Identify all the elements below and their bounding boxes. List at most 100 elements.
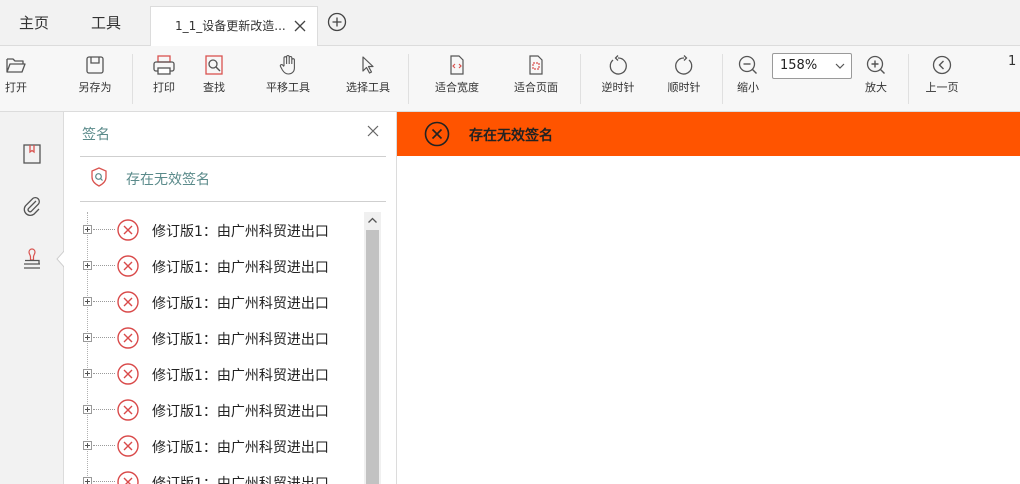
zoom-in-icon <box>866 55 885 74</box>
fit-page-label: 适合页面 <box>514 81 558 94</box>
scroll-up-icon[interactable] <box>364 212 381 229</box>
zoom-in-label: 放大 <box>865 81 887 94</box>
expand-toggle[interactable] <box>83 441 92 450</box>
signature-item[interactable]: 修订版1：由广州科贸进出口 <box>80 464 365 484</box>
signature-item-label: 修订版1：由广州科贸进出口 <box>152 260 329 276</box>
tree-connector <box>93 481 115 482</box>
signature-item-label: 修订版1：由广州科贸进出口 <box>152 476 329 484</box>
toolbar-divider <box>580 54 581 104</box>
tree-connector <box>93 445 115 446</box>
print-label: 打印 <box>153 81 175 94</box>
select-tool-button[interactable]: 选择工具 <box>338 46 398 112</box>
signature-item-label: 修订版1：由广州科贸进出口 <box>152 296 329 312</box>
zoom-value: 158% <box>780 58 818 73</box>
invalid-signature-alert: 存在无效签名 <box>397 112 1020 156</box>
invalid-signature-icon <box>424 121 450 147</box>
signature-item-label: 修订版1：由广州科贸进出口 <box>152 224 329 240</box>
find-icon <box>205 55 223 75</box>
expand-toggle[interactable] <box>83 297 92 306</box>
pan-tool-label: 平移工具 <box>266 81 310 94</box>
fit-page-button[interactable]: 适合页面 <box>504 46 568 112</box>
open-button[interactable]: 打开 <box>0 46 32 112</box>
tab-tools[interactable]: 工具 <box>86 0 126 46</box>
invalid-signature-icon <box>117 363 139 385</box>
signature-icon[interactable] <box>20 248 44 272</box>
expand-toggle[interactable] <box>83 369 92 378</box>
page-number[interactable]: 1 <box>1008 54 1016 69</box>
toolbar: 打开 另存为 打印 查找 平移工具 选择工具 适合宽度 适合页面 逆时针 顺时针… <box>0 46 1020 112</box>
fit-width-button[interactable]: 适合宽度 <box>425 46 489 112</box>
sidebar-rail <box>0 112 65 484</box>
prev-page-button[interactable]: 上一页 <box>922 46 962 112</box>
tree-connector <box>93 373 115 374</box>
tree-connector <box>93 265 115 266</box>
new-tab-icon[interactable] <box>327 12 347 32</box>
fit-page-icon <box>529 55 543 75</box>
toolbar-divider <box>132 54 133 104</box>
fit-width-label: 适合宽度 <box>435 81 479 94</box>
alert-text: 存在无效签名 <box>469 128 553 144</box>
expand-toggle[interactable] <box>83 333 92 342</box>
tree-connector <box>93 337 115 338</box>
find-button[interactable]: 查找 <box>196 46 232 112</box>
scrollbar[interactable] <box>364 212 381 484</box>
scroll-thumb[interactable] <box>366 230 379 484</box>
signature-item[interactable]: 修订版1：由广州科贸进出口 <box>80 320 365 356</box>
chevron-down-icon <box>835 63 845 69</box>
zoom-out-label: 缩小 <box>737 81 759 94</box>
open-label: 打开 <box>5 81 27 94</box>
expand-toggle[interactable] <box>83 225 92 234</box>
prev-page-label: 上一页 <box>925 81 959 94</box>
rotate-ccw-button[interactable]: 逆时针 <box>594 46 642 112</box>
signature-item[interactable]: 修订版1：由广州科贸进出口 <box>80 248 365 284</box>
tree-connector <box>93 301 115 302</box>
panel-divider <box>80 201 386 202</box>
close-tab-icon[interactable] <box>293 19 307 33</box>
zoom-in-button[interactable]: 放大 <box>862 46 890 112</box>
find-label: 查找 <box>203 81 225 94</box>
document-tab[interactable]: 1_1_设备更新改造... <box>150 6 318 46</box>
zoom-out-button[interactable]: 缩小 <box>734 46 762 112</box>
signature-item[interactable]: 修订版1：由广州科贸进出口 <box>80 428 365 464</box>
invalid-signature-icon <box>117 399 139 421</box>
invalid-signature-icon <box>117 327 139 349</box>
tab-home[interactable]: 主页 <box>14 0 54 46</box>
save-as-button[interactable]: 另存为 <box>70 46 120 112</box>
signature-item[interactable]: 修订版1：由广州科贸进出口 <box>80 212 365 248</box>
signature-item[interactable]: 修订版1：由广州科贸进出口 <box>80 284 365 320</box>
rotate-counterclockwise-icon <box>609 55 627 75</box>
invalid-signature-icon <box>117 255 139 277</box>
toolbar-divider <box>408 54 409 104</box>
signature-item[interactable]: 修订版1：由广州科贸进出口 <box>80 356 365 392</box>
zoom-select[interactable]: 158% <box>772 53 852 79</box>
rotate-cw-button[interactable]: 顺时针 <box>660 46 708 112</box>
rotate-ccw-label: 逆时针 <box>601 81 635 94</box>
folder-icon <box>6 58 26 73</box>
tab-bar: 主页 工具 1_1_设备更新改造... <box>0 0 1020 46</box>
chevron-left-icon <box>932 55 952 75</box>
hand-icon <box>279 55 295 75</box>
panel-divider <box>80 156 386 157</box>
print-icon <box>153 55 175 75</box>
fit-width-icon <box>450 55 464 75</box>
document-view[interactable]: 存在无效签名 <box>397 112 1020 484</box>
expand-toggle[interactable] <box>83 261 92 270</box>
close-icon[interactable] <box>366 124 380 138</box>
expand-toggle[interactable] <box>83 405 92 414</box>
save-icon <box>86 56 104 74</box>
signature-item-label: 修订版1：由广州科贸进出口 <box>152 332 329 348</box>
signature-item-label: 修订版1：由广州科贸进出口 <box>152 440 329 456</box>
invalid-signature-icon <box>117 471 139 484</box>
signature-panel: 签名 存在无效签名 修订版1：由广州科贸进出口 修订版1：由广州科贸进出口 修订版1… <box>64 112 397 484</box>
expand-toggle[interactable] <box>83 477 92 484</box>
signature-item-label: 修订版1：由广州科贸进出口 <box>152 404 329 420</box>
tree-connector <box>93 229 115 230</box>
signature-item[interactable]: 修订版1：由广州科贸进出口 <box>80 392 365 428</box>
rotate-clockwise-icon <box>675 55 693 75</box>
print-button[interactable]: 打印 <box>144 46 184 112</box>
pan-tool-button[interactable]: 平移工具 <box>258 46 318 112</box>
bookmark-icon[interactable] <box>20 142 44 166</box>
invalid-signature-icon <box>117 219 139 241</box>
attachment-icon[interactable] <box>20 194 44 218</box>
signature-item-label: 修订版1：由广州科贸进出口 <box>152 368 329 384</box>
